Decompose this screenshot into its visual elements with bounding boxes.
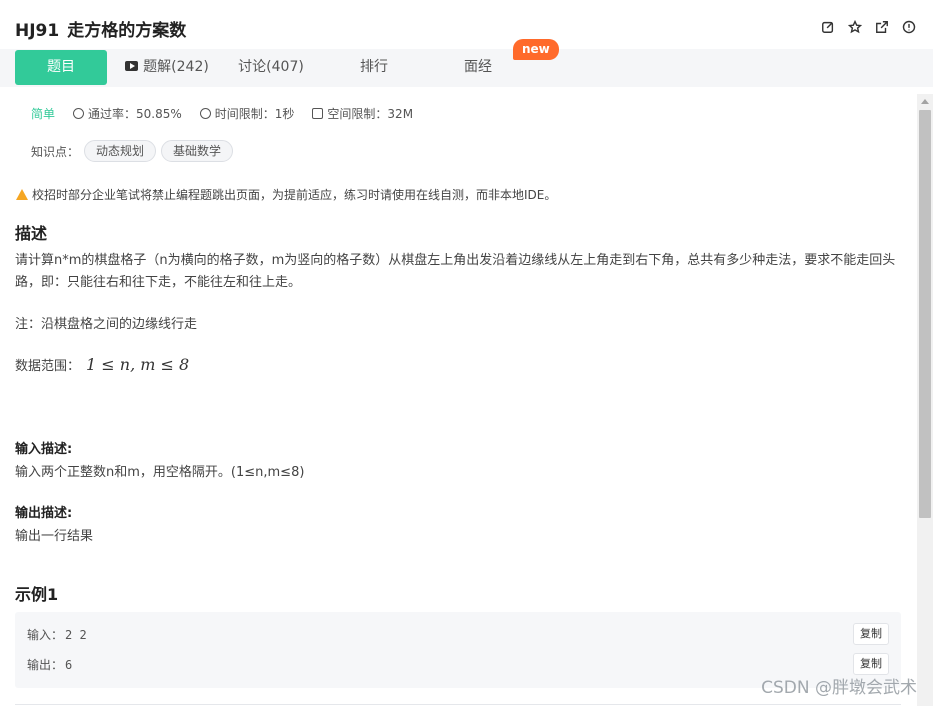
data-range-formula: 1 ≤ n, m ≤ 8: [86, 355, 190, 374]
chip-icon: [312, 108, 324, 119]
warning-icon: [16, 189, 28, 200]
problem-meta: 简单 通过率：50.85% 时间限制：1秒 空间限制：32M: [31, 105, 431, 122]
divider: [15, 704, 901, 705]
example-input-value: 2 2: [65, 628, 87, 642]
memory-limit: 空间限制：32M: [312, 105, 413, 122]
new-badge: new: [513, 39, 559, 60]
time-limit: 时间限制：1秒: [199, 105, 294, 122]
knowledge-label: 知识点：: [31, 144, 80, 159]
scroll-up-icon[interactable]: [921, 99, 929, 104]
watermark: CSDN @胖墩会武术: [761, 678, 917, 698]
output-desc-text: 输出一行结果: [15, 529, 94, 544]
description-note: 注：沿棋盘格之间的边缘线行走: [15, 317, 198, 332]
example-output-row: 输出： 6: [27, 656, 72, 673]
example-heading: 示例1: [15, 585, 59, 604]
description-heading: 描述: [15, 224, 48, 243]
difficulty-label: 简单: [31, 107, 56, 121]
warning-text: 校招时部分企业笔试将禁止编程题跳出页面，为提前适应，练习时请使用在线自测，而非本…: [32, 188, 557, 202]
check-circle-icon: [73, 108, 85, 119]
tab-problem[interactable]: 题目: [15, 50, 107, 85]
star-icon[interactable]: [847, 19, 863, 35]
copy-input-button[interactable]: 复制: [853, 623, 889, 645]
description-paragraph: 请计算n*m的棋盘格子（n为横向的格子数，m为竖向的格子数）从棋盘左上角出发沿着…: [15, 253, 896, 290]
problem-title: 走方格的方案数: [67, 21, 187, 41]
clock-icon: [199, 108, 211, 119]
problem-content: 简单 通过率：50.85% 时间限制：1秒 空间限制：32M 知识点： 动态规划…: [0, 88, 916, 706]
example-output-label: 输出：: [27, 658, 64, 672]
input-desc-text: 输入两个正整数n和m，用空格隔开。(1≤n,m≤8): [15, 465, 305, 480]
page-title: HJ91 走方格的方案数: [15, 16, 186, 41]
info-icon[interactable]: [901, 19, 917, 35]
tag-dynamic-programming[interactable]: 动态规划: [84, 140, 157, 162]
problem-header: HJ91 走方格的方案数: [0, 0, 933, 50]
scrollbar[interactable]: [917, 94, 933, 706]
tag-basic-math[interactable]: 基础数学: [161, 140, 234, 162]
share-icon[interactable]: [874, 19, 890, 35]
tab-discussion[interactable]: 讨论(407): [225, 50, 317, 85]
copy-output-button[interactable]: 复制: [853, 653, 889, 675]
data-range: 数据范围： 1 ≤ n, m ≤ 8: [15, 354, 189, 378]
tab-bar: 题目 题解(242) 讨论(407) 排行 面经: [0, 49, 933, 87]
tab-ranking[interactable]: 排行: [328, 50, 420, 85]
edit-icon[interactable]: [820, 19, 836, 35]
video-icon: [125, 61, 139, 71]
example-input-row: 输入： 2 2: [27, 626, 87, 643]
data-range-label: 数据范围：: [15, 359, 81, 374]
knowledge-points: 知识点： 动态规划 基础数学: [31, 140, 234, 162]
tab-solutions[interactable]: 题解(242): [118, 50, 216, 85]
problem-id: HJ91: [15, 21, 60, 41]
scrollbar-thumb[interactable]: [919, 110, 931, 518]
example-input-label: 输入：: [27, 628, 64, 642]
header-actions: [820, 19, 917, 35]
warning-notice: 校招时部分企业笔试将禁止编程题跳出页面，为提前适应，练习时请使用在线自测，而非本…: [16, 186, 556, 203]
example-output-value: 6: [65, 658, 73, 672]
pass-rate: 通过率：50.85%: [73, 105, 182, 122]
output-desc-heading: 输出描述:: [15, 506, 73, 521]
input-desc-heading: 输入描述:: [15, 442, 73, 457]
tab-interview[interactable]: 面经: [432, 50, 524, 85]
